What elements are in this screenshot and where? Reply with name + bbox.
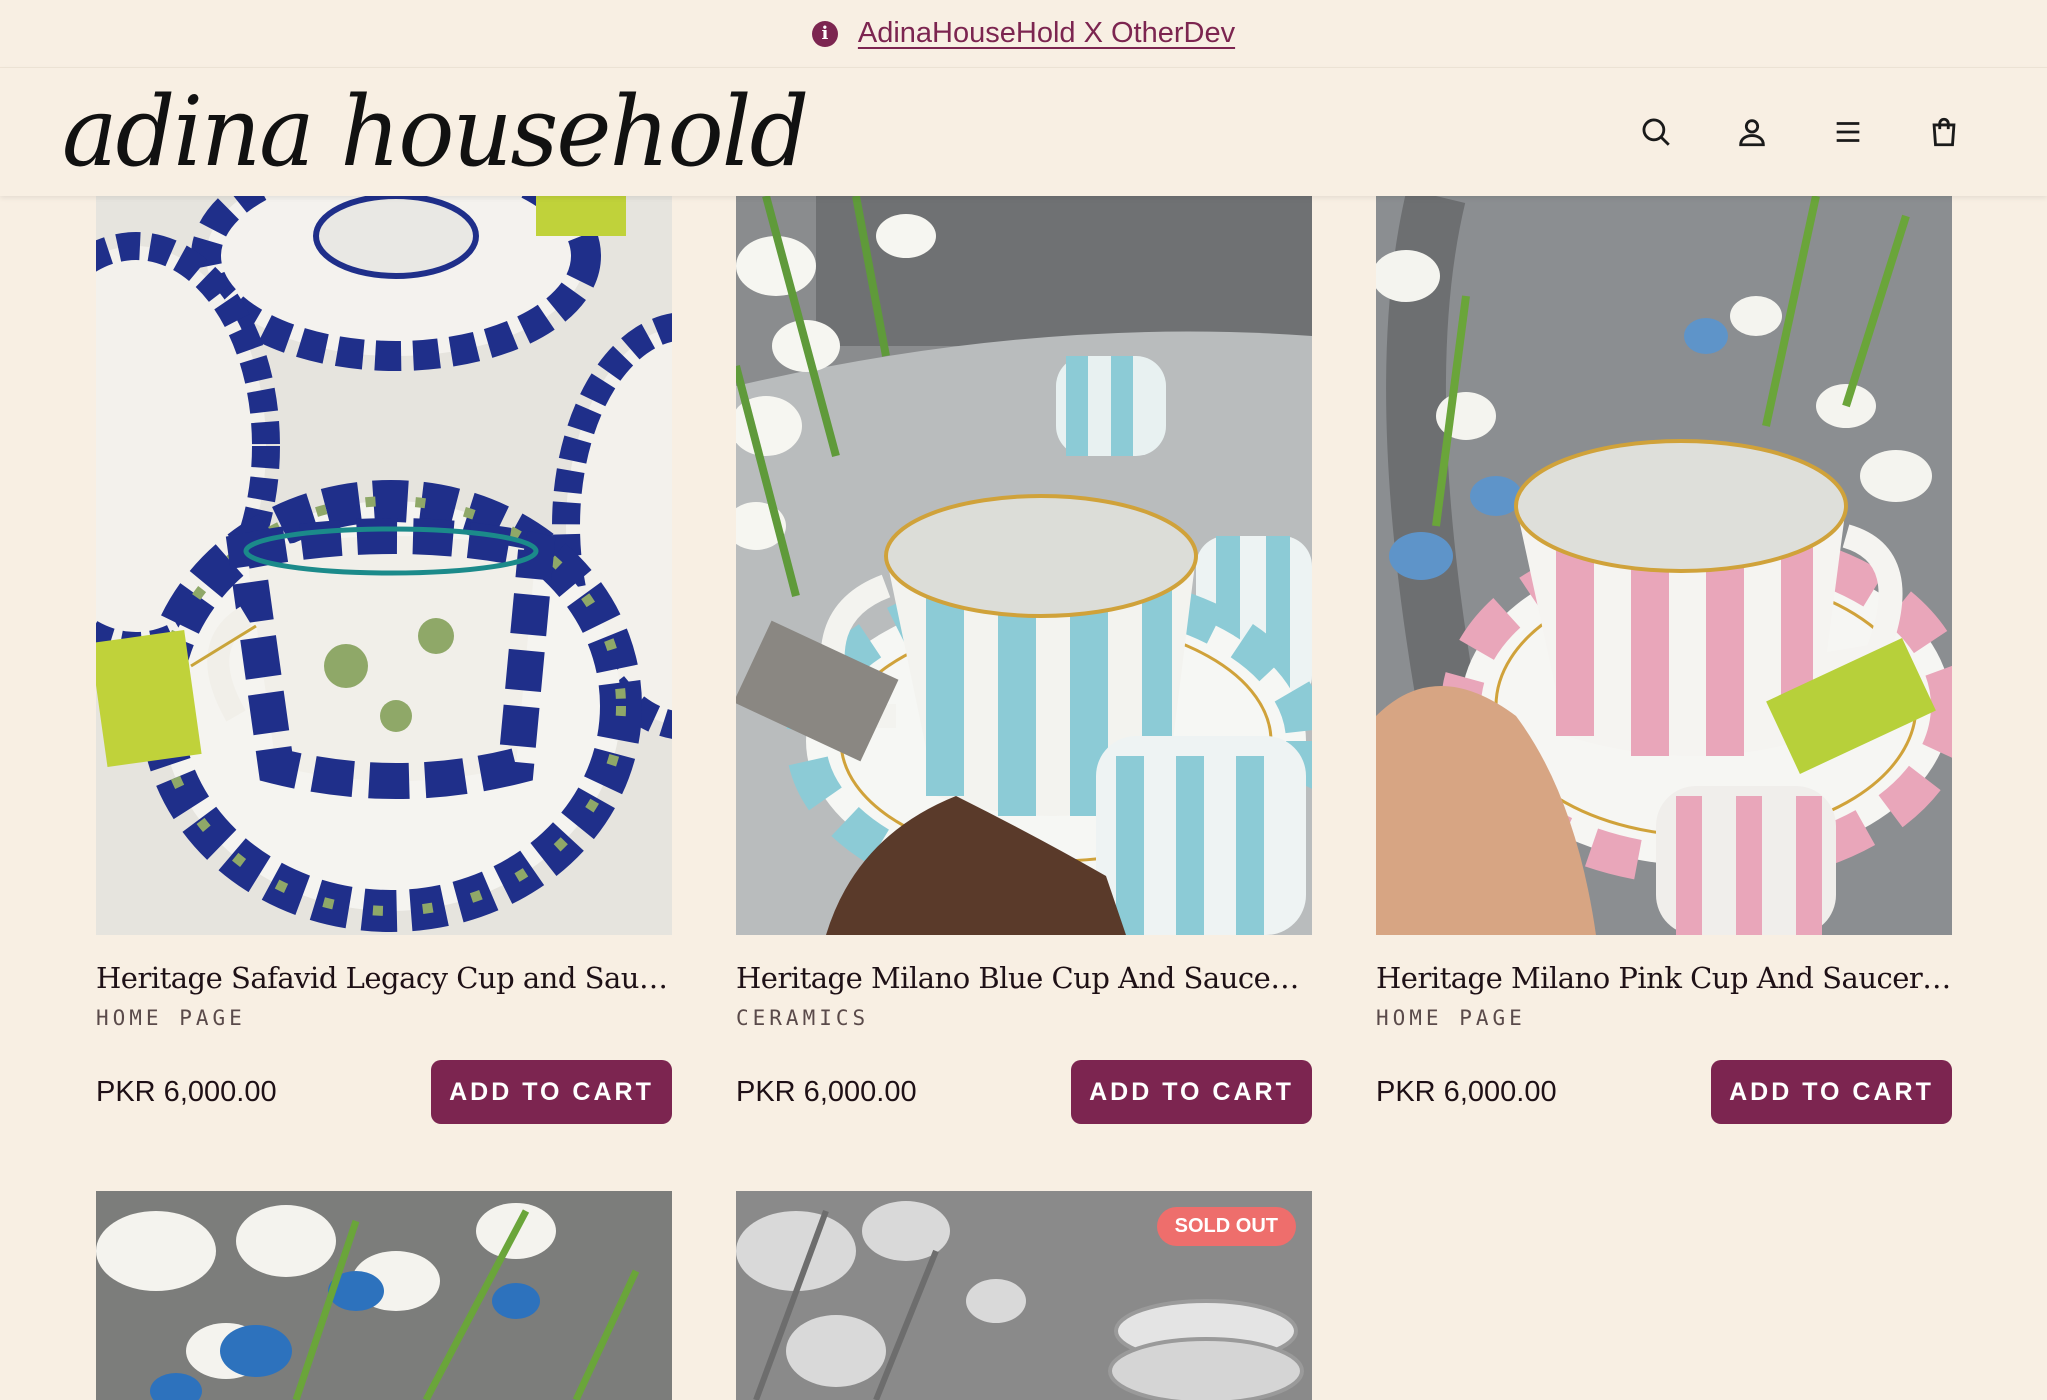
product-price: PKR 6,000.00 xyxy=(96,1076,277,1108)
add-to-cart-button[interactable]: ADD TO CART xyxy=(431,1060,672,1124)
announcement-link[interactable]: AdinaHouseHold X OtherDev xyxy=(858,17,1235,50)
product-image[interactable] xyxy=(1376,196,1952,935)
product-image[interactable] xyxy=(96,196,672,935)
product-image[interactable] xyxy=(96,1191,672,1400)
product-image[interactable] xyxy=(736,196,1312,935)
add-to-cart-button[interactable]: ADD TO CART xyxy=(1711,1060,1952,1124)
info-icon: i xyxy=(811,20,838,47)
product-title[interactable]: Heritage Milano Pink Cup And Saucer Set … xyxy=(1376,961,1952,995)
product-card[interactable]: Heritage Milano Blue Cup And Saucer Set … xyxy=(736,196,1312,1141)
cart-icon[interactable] xyxy=(1924,112,1964,152)
sold-out-badge: SOLD OUT xyxy=(1156,1207,1296,1246)
product-vendor: CERAMICS xyxy=(736,1006,870,1030)
menu-icon[interactable] xyxy=(1828,112,1868,152)
product-price: PKR 6,000.00 xyxy=(1376,1076,1557,1108)
search-icon[interactable] xyxy=(1636,112,1676,152)
product-price: PKR 6,000.00 xyxy=(736,1076,917,1108)
product-card[interactable] xyxy=(96,1191,672,1400)
account-icon[interactable] xyxy=(1732,112,1772,152)
product-vendor: HOME PAGE xyxy=(1376,1006,1526,1030)
product-title[interactable]: Heritage Safavid Legacy Cup and Saucer S… xyxy=(96,961,672,995)
add-to-cart-button[interactable]: ADD TO CART xyxy=(1071,1060,1312,1124)
product-vendor: HOME PAGE xyxy=(96,1006,246,1030)
product-card[interactable]: Heritage Safavid Legacy Cup and Saucer S… xyxy=(96,196,672,1141)
site-header: adina household xyxy=(0,68,2047,196)
announcement-bar: i AdinaHouseHold X OtherDev xyxy=(0,0,2047,68)
product-card[interactable]: Heritage Milano Pink Cup And Saucer Set … xyxy=(1376,196,1952,1141)
product-title[interactable]: Heritage Milano Blue Cup And Saucer Set … xyxy=(736,961,1312,995)
product-card[interactable]: SOLD OUT xyxy=(736,1191,1312,1400)
site-logo[interactable]: adina household xyxy=(62,72,809,192)
